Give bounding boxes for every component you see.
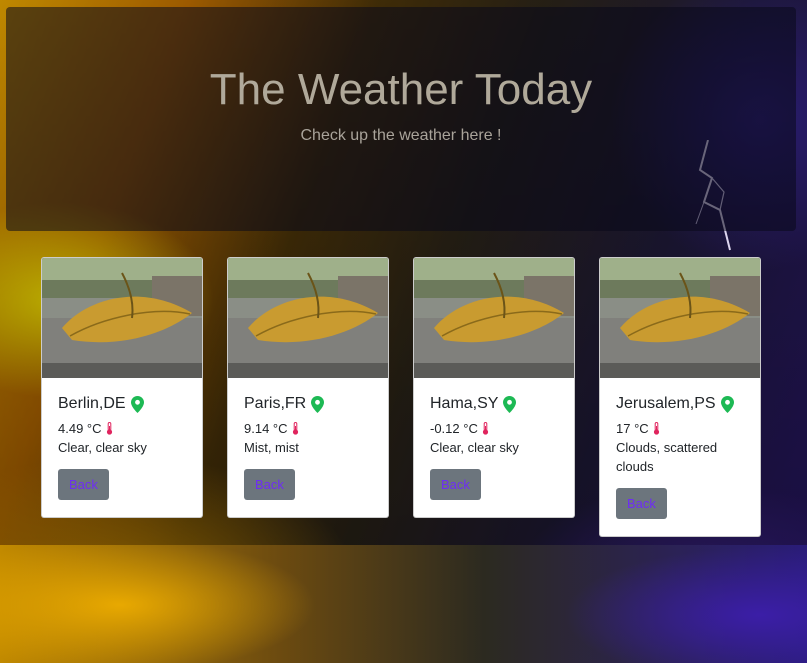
weather-description: Mist, mist xyxy=(244,440,299,455)
leaf-image xyxy=(42,258,202,378)
weather-description: Clear, clear sky xyxy=(430,440,519,455)
header-banner: The Weather Today Check up the weather h… xyxy=(6,7,796,231)
city-name: Jerusalem,PS xyxy=(616,395,744,413)
city-name: Paris,FR xyxy=(244,395,372,413)
thermometer-icon xyxy=(106,422,112,435)
map-pin-icon xyxy=(720,395,734,413)
temperature: -0.12 °C xyxy=(430,421,558,436)
leaf-image xyxy=(228,258,388,378)
leaf-image xyxy=(414,258,574,378)
temperature: 17 °C xyxy=(616,421,744,436)
back-button[interactable]: Back xyxy=(430,469,481,500)
temperature: 4.49 °C xyxy=(58,421,186,436)
weather-description: Clouds, scattered clouds xyxy=(616,440,718,474)
map-pin-icon xyxy=(503,395,517,413)
weather-card: Paris,FR 9.14 °C Mist, mist Back xyxy=(227,257,389,518)
thermometer-icon xyxy=(482,422,488,435)
page-title: The Weather Today xyxy=(209,65,593,114)
back-button[interactable]: Back xyxy=(616,488,667,519)
temperature: 9.14 °C xyxy=(244,421,372,436)
thermometer-icon xyxy=(653,422,659,435)
city-name: Berlin,DE xyxy=(58,395,186,413)
page-subtitle: Check up the weather here ! xyxy=(300,127,502,144)
thermometer-icon xyxy=(292,422,298,435)
map-pin-icon xyxy=(130,395,144,413)
leaf-image xyxy=(600,258,760,378)
city-name: Hama,SY xyxy=(430,395,558,413)
weather-card: Hama,SY -0.12 °C Clear, clear sky Back xyxy=(413,257,575,518)
background-bottom-band xyxy=(0,545,807,663)
weather-card: Jerusalem,PS 17 °C Clouds, scattered clo… xyxy=(599,257,761,537)
back-button[interactable]: Back xyxy=(244,469,295,500)
weather-description: Clear, clear sky xyxy=(58,440,147,455)
map-pin-icon xyxy=(311,395,325,413)
back-button[interactable]: Back xyxy=(58,469,109,500)
weather-card: Berlin,DE 4.49 °C Clear, clear sky Back xyxy=(41,257,203,518)
